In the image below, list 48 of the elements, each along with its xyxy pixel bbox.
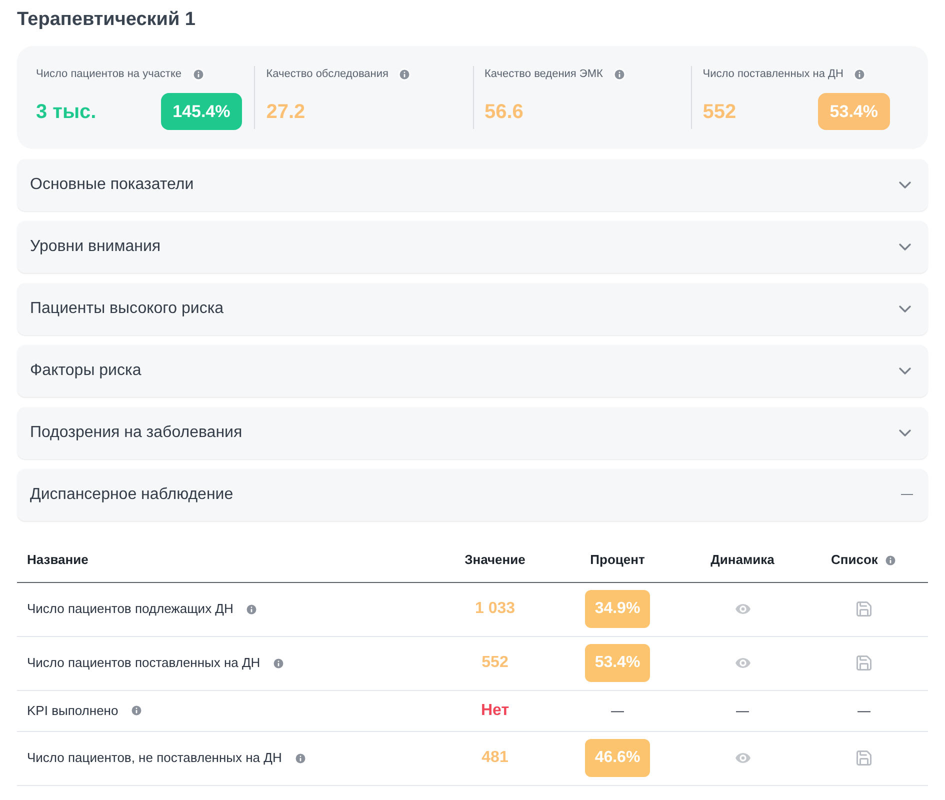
empty-dash: — <box>611 702 624 720</box>
row-name: Число пациентов подлежащих ДН <box>27 600 234 618</box>
percent-badge: 46.6% <box>584 739 650 777</box>
accordion-header[interactable]: Пациенты высокого риска <box>17 282 928 334</box>
metric-label: Качество обследования <box>266 67 388 82</box>
metric-label: Число пациентов на участке <box>36 67 182 82</box>
percent-badge: 53.4% <box>584 644 650 682</box>
column-header: Название <box>27 552 88 568</box>
row-name: Число пациентов поставленных на ДН <box>27 654 260 672</box>
accordion-header[interactable]: Диспансерное наблюдение <box>17 468 928 520</box>
percent-badge: 145.4% <box>160 92 242 130</box>
info-icon[interactable] <box>294 752 307 764</box>
percent-badge: 53.4% <box>818 92 890 130</box>
info-icon[interactable] <box>884 554 897 566</box>
metric-value: 56.6 <box>484 100 524 124</box>
accordion-header[interactable]: Подозрения на заболевания <box>17 406 928 458</box>
accordion-header[interactable]: Основные показатели <box>17 158 928 210</box>
accordion-header[interactable]: Уровни внимания <box>17 220 928 272</box>
accordion-header[interactable]: Факторы риска <box>17 344 928 396</box>
info-icon[interactable] <box>245 602 258 616</box>
info-icon[interactable] <box>853 68 866 81</box>
row-value: 1 033 <box>474 599 516 619</box>
info-icon[interactable] <box>612 68 626 81</box>
column-header: Динамика <box>710 552 774 568</box>
save-icon[interactable] <box>855 600 873 618</box>
metric-value: 27.2 <box>266 100 306 124</box>
metric-label: Число поставленных на ДН <box>702 67 844 82</box>
percent-badge: 34.9% <box>584 590 650 628</box>
empty-dash: — <box>736 702 749 720</box>
column-header: Значение <box>464 552 526 568</box>
save-icon[interactable] <box>855 654 873 672</box>
column-header: Список <box>831 551 878 570</box>
row-value: 552 <box>482 653 508 673</box>
row-name: Число пациентов, не поставленных на ДН <box>27 749 282 768</box>
row-value: Нет <box>480 700 510 720</box>
info-icon[interactable] <box>272 656 286 670</box>
empty-dash: — <box>858 702 870 720</box>
column-header: Процент <box>590 552 645 568</box>
row-name: KPI выполнено <box>27 702 118 720</box>
info-icon[interactable] <box>398 68 412 81</box>
save-icon[interactable] <box>855 749 873 767</box>
page-title: Терапевтический 1 <box>17 8 196 32</box>
info-icon[interactable] <box>130 704 144 717</box>
info-icon[interactable] <box>192 68 205 81</box>
metric-label: Качество ведения ЭМК <box>484 67 603 82</box>
metric-value: 3 тыс. <box>36 100 96 124</box>
metric-value: 552 <box>702 100 736 124</box>
row-value: 481 <box>482 748 508 768</box>
